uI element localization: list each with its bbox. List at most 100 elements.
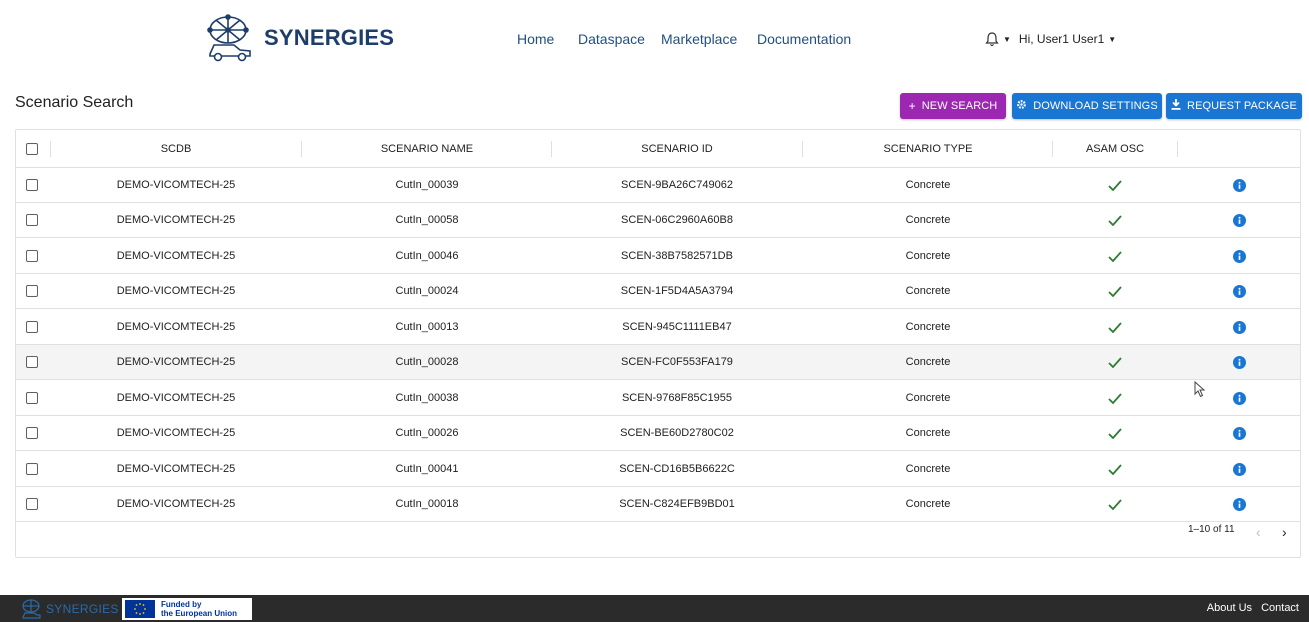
page-title: Scenario Search [15, 94, 134, 111]
cell-scenario-id: SCEN-FC0F553FA179 [621, 356, 733, 368]
cell-scdb: DEMO-VICOMTECH-25 [116, 214, 236, 226]
row-checkbox[interactable] [26, 285, 38, 297]
row-checkbox[interactable] [26, 356, 38, 368]
column-header-scenario-name[interactable]: SCENARIO NAME [302, 130, 552, 167]
asam-osc-check-icon [1053, 203, 1177, 237]
cell-scenario-id: SCEN-9BA26C749062 [621, 179, 733, 191]
cell-scdb: DEMO-VICOMTECH-25 [116, 463, 236, 475]
column-header-scenario-type[interactable]: SCENARIO TYPE [803, 130, 1053, 167]
top-navigation-bar: SYNERGIES Home Dataspace Marketplace Doc… [0, 0, 1309, 80]
info-icon[interactable] [1177, 274, 1301, 308]
footer-brand-logo[interactable]: SYNERGIES [20, 598, 119, 620]
table-row[interactable]: DEMO-VICOMTECH-25 CutIn_00046 SCEN-38B7582… [16, 239, 1300, 274]
request-package-button[interactable]: REQUEST PACKAGE [1166, 93, 1302, 119]
nav-home[interactable]: Home [517, 31, 554, 47]
info-icon[interactable] [1177, 239, 1301, 273]
row-checkbox[interactable] [26, 250, 38, 262]
cell-scenario-name: CutIn_00024 [395, 285, 459, 297]
nav-documentation[interactable]: Documentation [757, 31, 851, 47]
download-settings-button[interactable]: DOWNLOAD SETTINGS [1012, 93, 1162, 119]
cell-scenario-id: SCEN-945C1111EB47 [622, 321, 732, 333]
new-search-button[interactable]: + NEW SEARCH [900, 93, 1006, 119]
eu-funding-badge: Funded by the European Union [122, 598, 252, 620]
brand-logo[interactable]: SYNERGIES [204, 14, 394, 62]
cell-scdb: DEMO-VICOMTECH-25 [116, 392, 236, 404]
row-checkbox[interactable] [26, 214, 38, 226]
asam-osc-check-icon [1053, 345, 1177, 379]
table-row[interactable]: DEMO-VICOMTECH-25 CutIn_00041 SCEN-CD16B5B… [16, 452, 1300, 487]
user-menu-chevron-down-icon[interactable]: ▼ [1108, 35, 1116, 44]
cell-scenario-type: Concrete [905, 321, 951, 333]
cell-scenario-type: Concrete [905, 427, 951, 439]
table-row[interactable]: DEMO-VICOMTECH-25 CutIn_00038 SCEN-9768F85… [16, 381, 1300, 416]
table-row[interactable]: DEMO-VICOMTECH-25 CutIn_00028 SCEN-FC0F553… [16, 345, 1300, 380]
row-checkbox[interactable] [26, 321, 38, 333]
column-header-scenario-id[interactable]: SCENARIO ID [552, 130, 802, 167]
select-all-checkbox[interactable] [26, 142, 38, 155]
row-checkbox[interactable] [26, 498, 38, 510]
user-area: ▼ Hi, User1 User1 ▼ [984, 31, 1124, 47]
cell-scenario-name: CutIn_00041 [395, 463, 459, 475]
previous-page-chevron-left-icon[interactable]: ‹ [1256, 524, 1261, 540]
cell-scenario-name: CutIn_00028 [395, 356, 459, 368]
synergies-logo-icon [207, 14, 251, 62]
mouse-cursor-icon [1194, 381, 1206, 398]
table-row[interactable]: DEMO-VICOMTECH-25 CutIn_00058 SCEN-06C2960… [16, 203, 1300, 238]
cell-scenario-name: CutIn_00046 [395, 250, 459, 262]
asam-osc-check-icon [1053, 381, 1177, 415]
asam-osc-check-icon [1053, 274, 1177, 308]
footer-link-contact[interactable]: Contact [1261, 602, 1299, 614]
info-icon[interactable] [1177, 416, 1301, 450]
cell-scdb: DEMO-VICOMTECH-25 [116, 498, 236, 510]
cell-scenario-name: CutIn_00013 [395, 321, 459, 333]
cell-scenario-id: SCEN-06C2960A60B8 [621, 214, 733, 226]
footer-links: About Us Contact [1201, 602, 1299, 614]
table-row[interactable]: DEMO-VICOMTECH-25 CutIn_00026 SCEN-BE60D27… [16, 416, 1300, 451]
asam-osc-check-icon [1053, 416, 1177, 450]
row-checkbox[interactable] [26, 392, 38, 404]
info-icon[interactable] [1177, 310, 1301, 344]
cell-scenario-name: CutIn_00058 [395, 214, 459, 226]
info-icon[interactable] [1177, 345, 1301, 379]
row-checkbox[interactable] [26, 463, 38, 475]
cell-scenario-type: Concrete [905, 250, 951, 262]
row-checkbox-cell [16, 452, 48, 486]
table-row[interactable]: DEMO-VICOMTECH-25 CutIn_00018 SCEN-C824EFB… [16, 487, 1300, 522]
user-menu-label[interactable]: Hi, User1 User1 [1019, 32, 1104, 46]
request-package-label: REQUEST PACKAGE [1187, 100, 1297, 112]
next-page-chevron-right-icon[interactable]: › [1282, 524, 1287, 540]
nav-dataspace[interactable]: Dataspace [578, 31, 645, 47]
cell-scenario-id: SCEN-CD16B5B6622C [619, 463, 735, 475]
row-checkbox[interactable] [26, 427, 38, 439]
eu-funding-text: Funded by the European Union [161, 600, 237, 618]
cell-scenario-id: SCEN-1F5D4A5A3794 [620, 285, 734, 297]
row-checkbox-cell [16, 487, 48, 521]
cell-scdb: DEMO-VICOMTECH-25 [116, 356, 236, 368]
eu-funding-line-1: Funded by [161, 600, 202, 609]
info-icon[interactable] [1177, 168, 1301, 202]
row-checkbox-cell [16, 416, 48, 450]
notifications-caret-icon[interactable]: ▼ [1003, 35, 1011, 44]
info-icon[interactable] [1177, 452, 1301, 486]
cell-scdb: DEMO-VICOMTECH-25 [116, 427, 236, 439]
plus-icon: + [908, 99, 916, 113]
cell-scdb: DEMO-VICOMTECH-25 [116, 321, 236, 333]
table-row[interactable]: DEMO-VICOMTECH-25 CutIn_00039 SCEN-9BA26C7… [16, 168, 1300, 203]
footer-link-about-us[interactable]: About Us [1207, 602, 1252, 614]
info-icon[interactable] [1177, 487, 1301, 521]
table-row[interactable]: DEMO-VICOMTECH-25 CutIn_00013 SCEN-945C111… [16, 310, 1300, 345]
info-icon[interactable] [1177, 203, 1301, 237]
cell-scenario-name: CutIn_00038 [395, 392, 459, 404]
cell-scdb: DEMO-VICOMTECH-25 [116, 250, 236, 262]
row-checkbox[interactable] [26, 179, 38, 191]
cell-scenario-type: Concrete [905, 356, 951, 368]
asam-osc-check-icon [1053, 452, 1177, 486]
table-row[interactable]: DEMO-VICOMTECH-25 CutIn_00024 SCEN-1F5D4A5… [16, 274, 1300, 309]
notifications-bell-icon[interactable] [984, 31, 1000, 47]
cell-scenario-type: Concrete [905, 498, 951, 510]
column-header-asam-osc[interactable]: ASAM OSC [1053, 130, 1177, 167]
nav-marketplace[interactable]: Marketplace [661, 31, 737, 47]
row-checkbox-cell [16, 239, 48, 273]
column-header-scdb[interactable]: SCDB [51, 130, 301, 167]
cell-scenario-type: Concrete [905, 214, 951, 226]
